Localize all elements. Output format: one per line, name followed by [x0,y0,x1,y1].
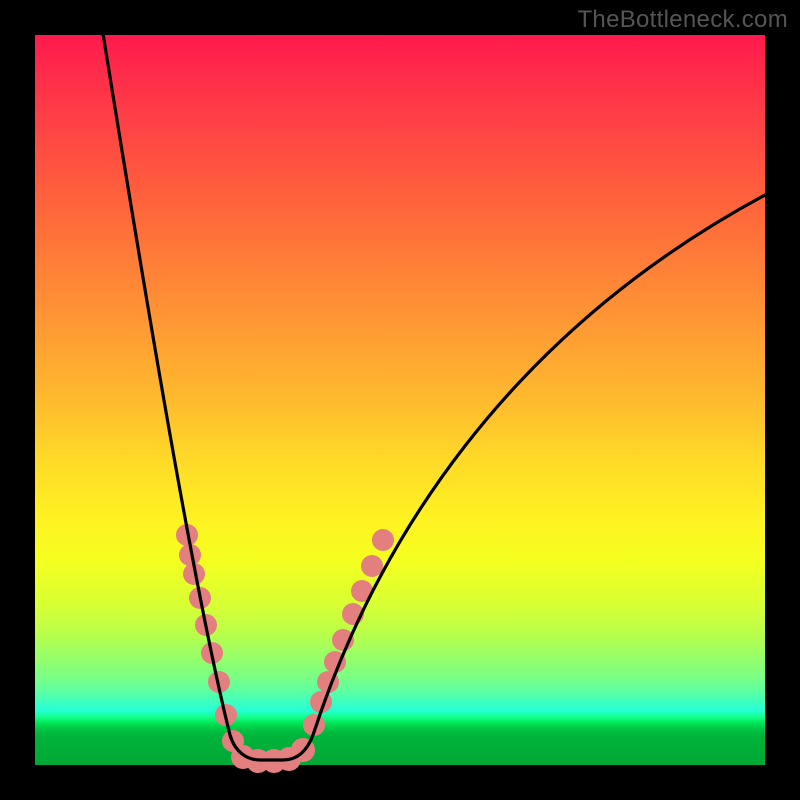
chart-frame: TheBottleneck.com [0,0,800,800]
watermark-label: TheBottleneck.com [577,6,788,34]
bottleneck-curve-line [100,15,765,760]
chart-svg [35,35,765,765]
marker-dot [372,529,394,551]
markers-left-cluster [176,524,244,752]
markers-right-cluster [303,529,394,736]
marker-dot [361,555,383,577]
